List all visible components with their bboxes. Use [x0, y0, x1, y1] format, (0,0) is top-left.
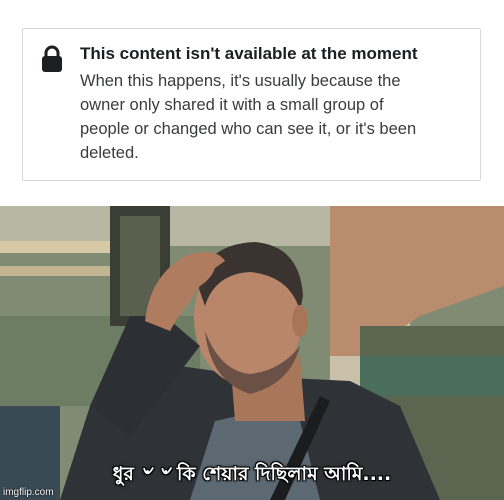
notice-line: When this happens, it's usually because …	[80, 72, 401, 90]
notice-line: owner only shared it with a small group …	[80, 96, 384, 114]
notice-title: This content isn't available at the mome…	[80, 44, 418, 63]
meme-scene	[0, 206, 504, 500]
lock-icon	[42, 45, 62, 72]
content-unavailable-card: This content isn't available at the mome…	[22, 28, 481, 181]
notice-body: When this happens, it's usually because …	[80, 69, 460, 165]
meme-caption: ধুর ৺ ৺ কি শেয়ার দিছিলাম আমি....	[112, 463, 392, 485]
notice-line: deleted.	[80, 144, 139, 162]
notice-line: people or changed who can see it, or it'…	[80, 120, 417, 138]
meme-photo: ধুর ৺ ৺ কি শেয়ার দিছিলাম আমি.... imgfli…	[0, 206, 504, 500]
imgflip-watermark: imgflip.com	[3, 487, 54, 498]
